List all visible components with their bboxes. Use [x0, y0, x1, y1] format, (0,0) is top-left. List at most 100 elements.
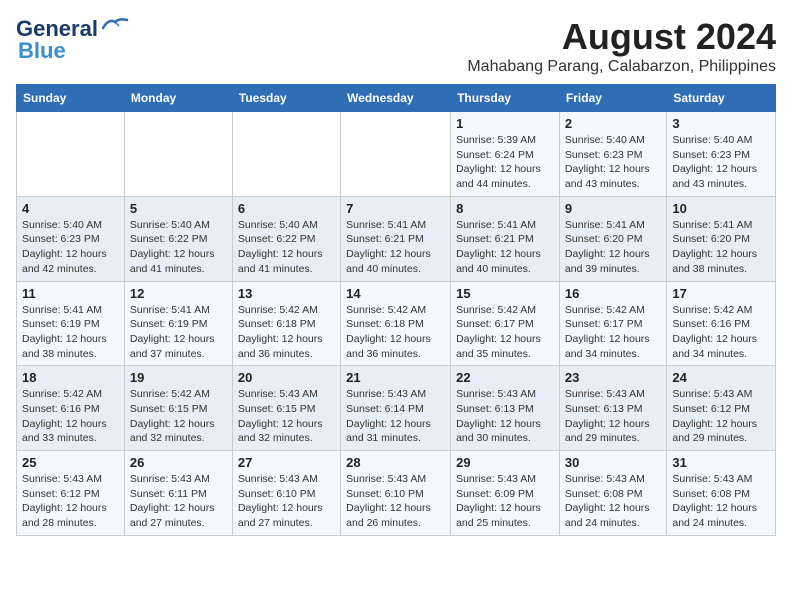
calendar-cell: 23 Sunrise: 5:43 AMSunset: 6:13 PMDayligh…	[559, 366, 666, 451]
day-info: Sunrise: 5:39 AMSunset: 6:24 PMDaylight:…	[456, 133, 554, 192]
calendar-cell: 7Sunrise: 5:41 AMSunset: 6:21 PMDaylight…	[341, 196, 451, 281]
day-number: 11	[22, 286, 119, 301]
day-info: Sunrise: 5:40 AMSunset: 6:23 PMDaylight:…	[565, 133, 661, 192]
page-title: August 2024	[467, 16, 776, 58]
day-number: 30	[565, 455, 661, 470]
calendar-week-row: 25 Sunrise: 5:43 AMSunset: 6:12 PMDayligh…	[17, 451, 776, 536]
day-info: Sunrise: 5:41 AMSunset: 6:19 PMDaylight:…	[22, 303, 119, 362]
calendar-cell: 10Sunrise: 5:41 AMSunset: 6:20 PMDayligh…	[667, 196, 776, 281]
day-number: 6	[238, 201, 335, 216]
calendar-cell: 5 Sunrise: 5:40 AMSunset: 6:22 PMDaylight…	[124, 196, 232, 281]
title-block: August 2024 Mahabang Parang, Calabarzon,…	[467, 16, 776, 76]
day-info: Sunrise: 5:43 AMSunset: 6:08 PMDaylight:…	[565, 472, 661, 531]
logo-bird-icon	[101, 16, 129, 34]
day-number: 16	[565, 286, 661, 301]
calendar-cell: 11 Sunrise: 5:41 AMSunset: 6:19 PMDayligh…	[17, 281, 125, 366]
day-number: 27	[238, 455, 335, 470]
day-number: 29	[456, 455, 554, 470]
day-number: 24	[672, 370, 770, 385]
day-info: Sunrise: 5:43 AMSunset: 6:10 PMDaylight:…	[238, 472, 335, 531]
day-info: Sunrise: 5:43 AMSunset: 6:12 PMDaylight:…	[22, 472, 119, 531]
day-info: Sunrise: 5:42 AMSunset: 6:18 PMDaylight:…	[238, 303, 335, 362]
calendar-cell: 18 Sunrise: 5:42 AMSunset: 6:16 PMDayligh…	[17, 366, 125, 451]
day-info: Sunrise: 5:41 AMSunset: 6:21 PMDaylight:…	[456, 218, 554, 277]
col-header-monday: Monday	[124, 85, 232, 112]
day-info: Sunrise: 5:40 AMSunset: 6:23 PMDaylight:…	[22, 218, 119, 277]
day-number: 22	[456, 370, 554, 385]
calendar-cell	[124, 112, 232, 197]
day-number: 13	[238, 286, 335, 301]
day-number: 23	[565, 370, 661, 385]
col-header-saturday: Saturday	[667, 85, 776, 112]
calendar-cell: 21 Sunrise: 5:43 AMSunset: 6:14 PMDayligh…	[341, 366, 451, 451]
day-number: 14	[346, 286, 445, 301]
day-info: Sunrise: 5:42 AMSunset: 6:16 PMDaylight:…	[672, 303, 770, 362]
calendar-cell: 26Sunrise: 5:43 AMSunset: 6:11 PMDayligh…	[124, 451, 232, 536]
day-number: 3	[672, 116, 770, 131]
day-info: Sunrise: 5:43 AMSunset: 6:15 PMDaylight:…	[238, 387, 335, 446]
day-info: Sunrise: 5:43 AMSunset: 6:14 PMDaylight:…	[346, 387, 445, 446]
day-info: Sunrise: 5:43 AMSunset: 6:12 PMDaylight:…	[672, 387, 770, 446]
day-info: Sunrise: 5:43 AMSunset: 6:10 PMDaylight:…	[346, 472, 445, 531]
day-info: Sunrise: 5:43 AMSunset: 6:13 PMDaylight:…	[565, 387, 661, 446]
calendar-week-row: 18 Sunrise: 5:42 AMSunset: 6:16 PMDayligh…	[17, 366, 776, 451]
calendar-cell: 2 Sunrise: 5:40 AMSunset: 6:23 PMDaylight…	[559, 112, 666, 197]
calendar-cell	[17, 112, 125, 197]
col-header-thursday: Thursday	[451, 85, 560, 112]
calendar-cell: 9 Sunrise: 5:41 AMSunset: 6:20 PMDaylight…	[559, 196, 666, 281]
calendar-week-row: 1Sunrise: 5:39 AMSunset: 6:24 PMDaylight…	[17, 112, 776, 197]
calendar-cell: 16Sunrise: 5:42 AMSunset: 6:17 PMDayligh…	[559, 281, 666, 366]
day-number: 19	[130, 370, 227, 385]
day-number: 20	[238, 370, 335, 385]
day-info: Sunrise: 5:41 AMSunset: 6:20 PMDaylight:…	[565, 218, 661, 277]
day-info: Sunrise: 5:41 AMSunset: 6:21 PMDaylight:…	[346, 218, 445, 277]
calendar-cell: 15 Sunrise: 5:42 AMSunset: 6:17 PMDayligh…	[451, 281, 560, 366]
day-number: 28	[346, 455, 445, 470]
col-header-wednesday: Wednesday	[341, 85, 451, 112]
col-header-sunday: Sunday	[17, 85, 125, 112]
day-info: Sunrise: 5:43 AMSunset: 6:13 PMDaylight:…	[456, 387, 554, 446]
day-number: 8	[456, 201, 554, 216]
calendar-cell	[341, 112, 451, 197]
day-number: 25	[22, 455, 119, 470]
day-number: 4	[22, 201, 119, 216]
day-number: 5	[130, 201, 227, 216]
day-info: Sunrise: 5:42 AMSunset: 6:16 PMDaylight:…	[22, 387, 119, 446]
day-info: Sunrise: 5:41 AMSunset: 6:19 PMDaylight:…	[130, 303, 227, 362]
day-info: Sunrise: 5:40 AMSunset: 6:22 PMDaylight:…	[130, 218, 227, 277]
day-number: 31	[672, 455, 770, 470]
calendar-cell: 6 Sunrise: 5:40 AMSunset: 6:22 PMDaylight…	[232, 196, 340, 281]
calendar-cell: 20 Sunrise: 5:43 AMSunset: 6:15 PMDayligh…	[232, 366, 340, 451]
page-header: General Blue August 2024 Mahabang Parang…	[16, 16, 776, 76]
calendar-cell: 14 Sunrise: 5:42 AMSunset: 6:18 PMDayligh…	[341, 281, 451, 366]
day-number: 26	[130, 455, 227, 470]
day-number: 18	[22, 370, 119, 385]
calendar-cell: 24 Sunrise: 5:43 AMSunset: 6:12 PMDayligh…	[667, 366, 776, 451]
day-number: 17	[672, 286, 770, 301]
calendar-cell: 29 Sunrise: 5:43 AMSunset: 6:09 PMDayligh…	[451, 451, 560, 536]
day-info: Sunrise: 5:42 AMSunset: 6:17 PMDaylight:…	[456, 303, 554, 362]
calendar-cell: 25 Sunrise: 5:43 AMSunset: 6:12 PMDayligh…	[17, 451, 125, 536]
calendar-cell: 31Sunrise: 5:43 AMSunset: 6:08 PMDayligh…	[667, 451, 776, 536]
day-number: 15	[456, 286, 554, 301]
day-number: 9	[565, 201, 661, 216]
page-subtitle: Mahabang Parang, Calabarzon, Philippines	[467, 58, 776, 76]
day-info: Sunrise: 5:40 AMSunset: 6:23 PMDaylight:…	[672, 133, 770, 192]
calendar-cell: 28 Sunrise: 5:43 AMSunset: 6:10 PMDayligh…	[341, 451, 451, 536]
col-header-tuesday: Tuesday	[232, 85, 340, 112]
day-info: Sunrise: 5:41 AMSunset: 6:20 PMDaylight:…	[672, 218, 770, 277]
calendar-cell: 19 Sunrise: 5:42 AMSunset: 6:15 PMDayligh…	[124, 366, 232, 451]
calendar-cell: 17 Sunrise: 5:42 AMSunset: 6:16 PMDayligh…	[667, 281, 776, 366]
calendar-week-row: 11 Sunrise: 5:41 AMSunset: 6:19 PMDayligh…	[17, 281, 776, 366]
day-number: 21	[346, 370, 445, 385]
calendar-cell	[232, 112, 340, 197]
col-header-friday: Friday	[559, 85, 666, 112]
calendar-cell: 4 Sunrise: 5:40 AMSunset: 6:23 PMDaylight…	[17, 196, 125, 281]
day-number: 2	[565, 116, 661, 131]
calendar-cell: 30 Sunrise: 5:43 AMSunset: 6:08 PMDayligh…	[559, 451, 666, 536]
day-info: Sunrise: 5:40 AMSunset: 6:22 PMDaylight:…	[238, 218, 335, 277]
day-info: Sunrise: 5:42 AMSunset: 6:18 PMDaylight:…	[346, 303, 445, 362]
day-info: Sunrise: 5:42 AMSunset: 6:15 PMDaylight:…	[130, 387, 227, 446]
day-info: Sunrise: 5:43 AMSunset: 6:09 PMDaylight:…	[456, 472, 554, 531]
calendar-header-row: SundayMondayTuesdayWednesdayThursdayFrid…	[17, 85, 776, 112]
